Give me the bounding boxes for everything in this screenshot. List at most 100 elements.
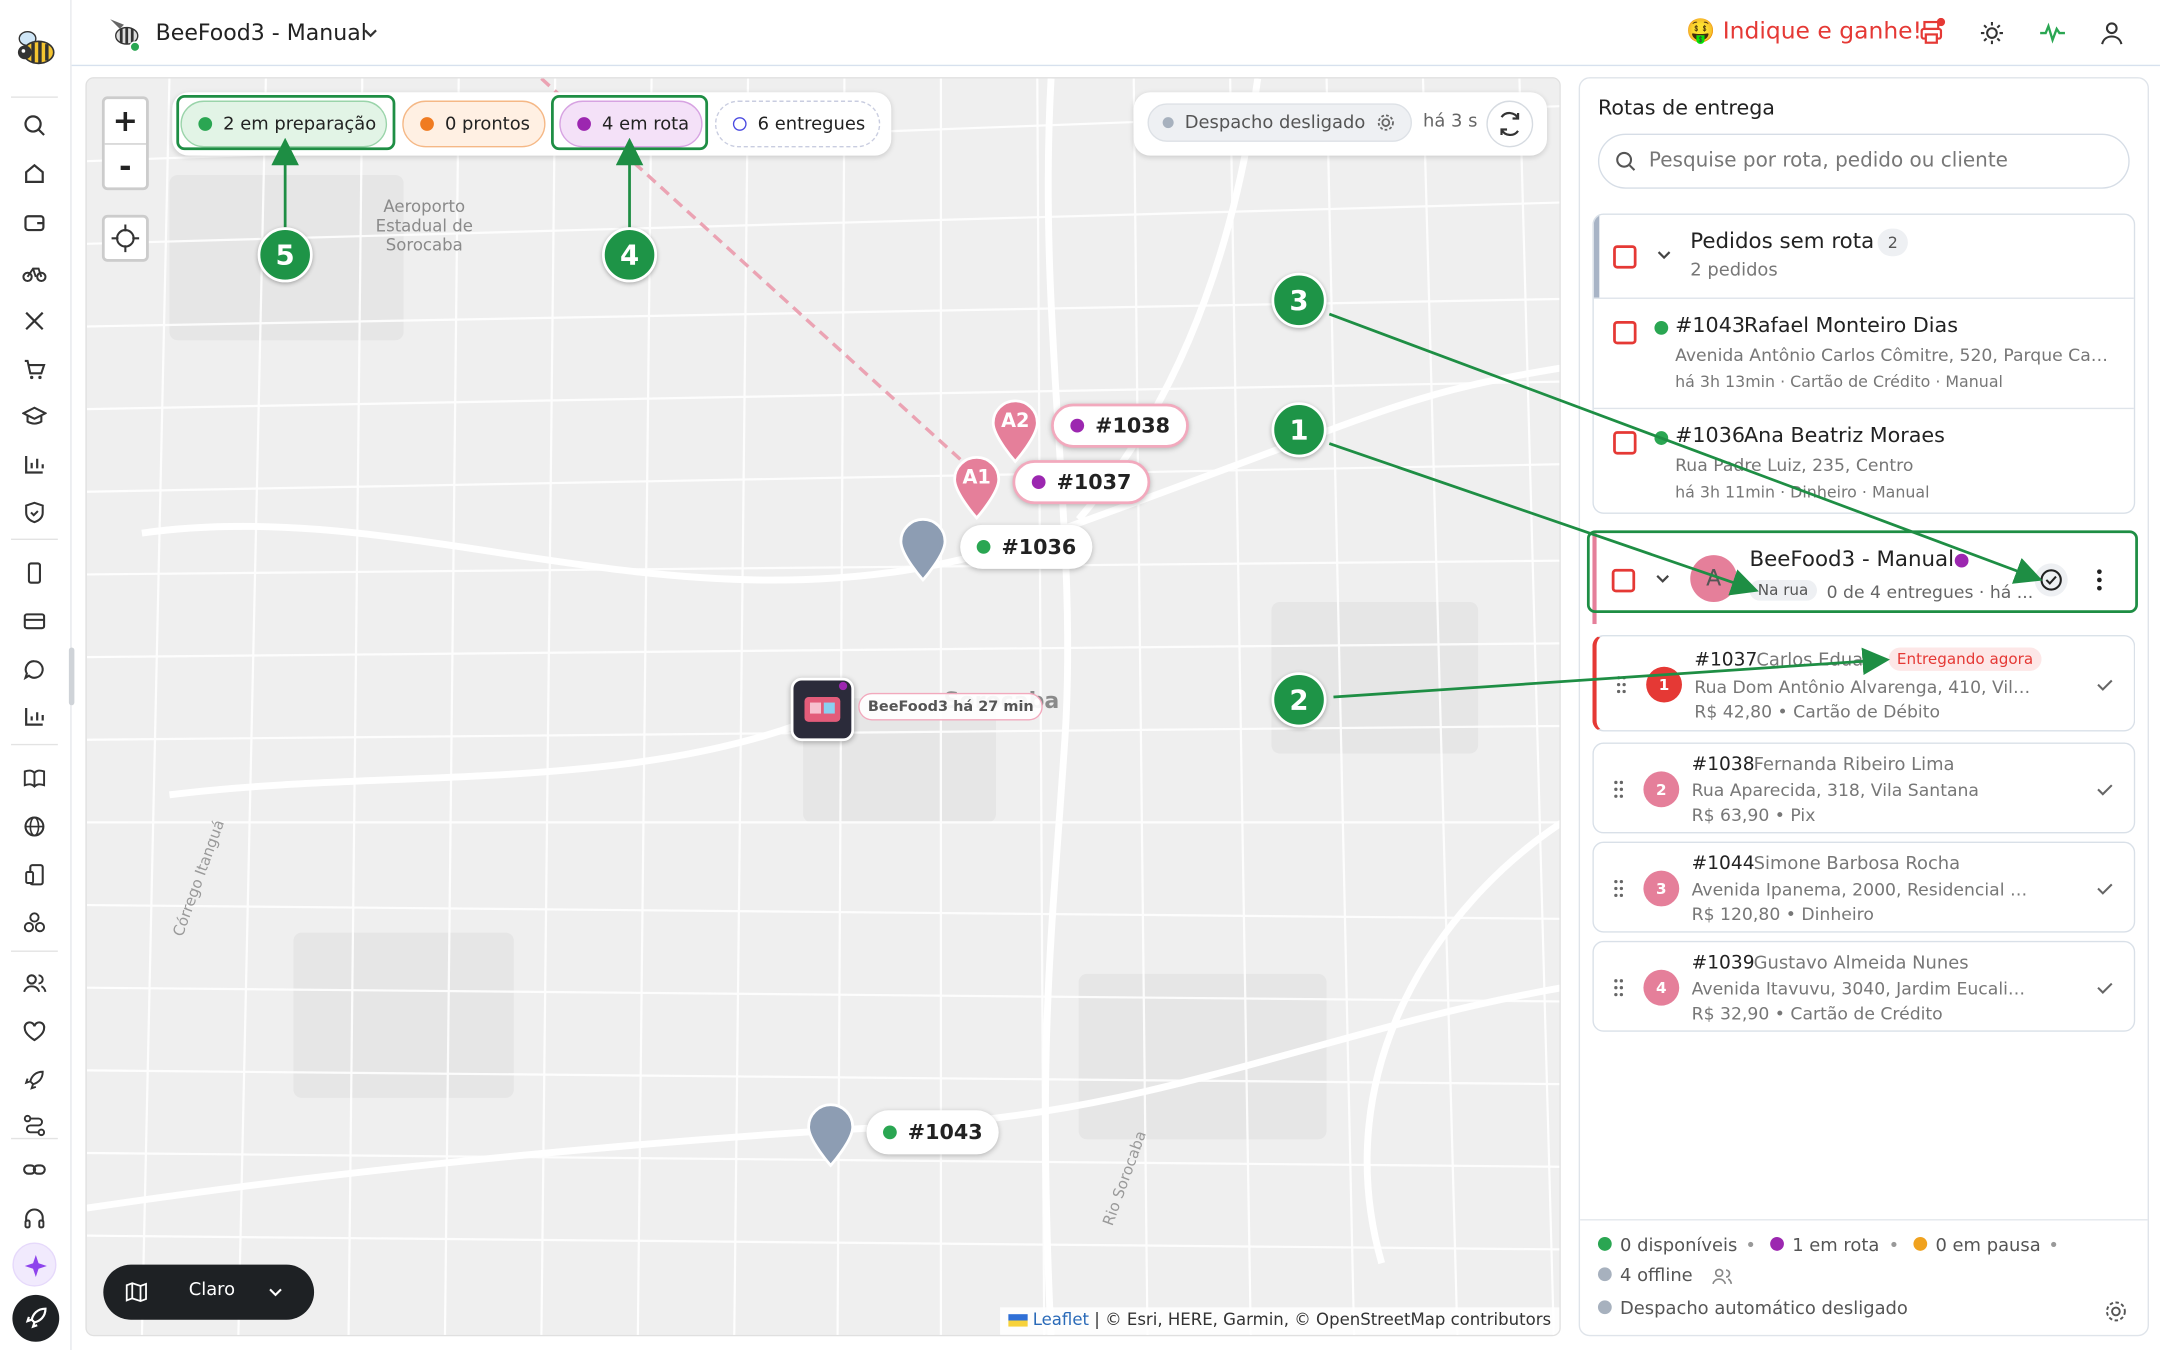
order-address: Avenida Itavuvu, 3040, Jardim Eucaliptos: [1691, 978, 2028, 999]
chat-icon[interactable]: [22, 657, 47, 682]
chevron-down-icon: [269, 1288, 282, 1297]
utensils-icon[interactable]: [22, 309, 47, 334]
heart-icon[interactable]: [22, 1019, 47, 1044]
driver-avatar[interactable]: [790, 677, 855, 742]
chevron-down-icon[interactable]: [1653, 569, 1672, 588]
route-stop-1044[interactable]: 3 #1044 Simone Barbosa Rocha Avenida Ipa…: [1592, 841, 2136, 933]
chevron-down-icon[interactable]: [361, 23, 380, 42]
locate-button[interactable]: [101, 214, 149, 262]
order-tag-1037[interactable]: #1037: [1012, 460, 1151, 505]
home-icon[interactable]: [22, 161, 47, 186]
sidebar: [0, 0, 75, 1350]
sun-icon[interactable]: [1978, 19, 2006, 47]
cubes-icon[interactable]: [22, 911, 47, 936]
dispatch-control: Despacho desligado há 3 s: [1133, 92, 1547, 156]
refresh-button[interactable]: [1486, 100, 1534, 148]
auto-dispatch-status: Despacho automático desligado: [1597, 1299, 1908, 1320]
gear-icon[interactable]: [2104, 1299, 2129, 1324]
wallet-icon[interactable]: [22, 211, 47, 236]
bar-chart-icon[interactable]: [22, 452, 47, 477]
check-icon[interactable]: [2095, 978, 2114, 997]
route-checkbox[interactable]: [1611, 568, 1636, 593]
shield-icon[interactable]: [22, 500, 47, 525]
book-icon[interactable]: [22, 766, 47, 791]
stop-index-badge: 3: [1643, 870, 1680, 907]
more-vertical-icon[interactable]: [2091, 566, 2108, 594]
list-item[interactable]: #1036 Ana Beatriz Moraes Rua Padre Luiz,…: [1594, 409, 2134, 512]
chip-in-preparation[interactable]: 2 em preparação: [180, 100, 388, 148]
graduation-icon[interactable]: [22, 404, 47, 429]
activity-icon[interactable]: [2039, 19, 2067, 47]
map-style-selector[interactable]: Claro: [103, 1264, 315, 1320]
zoom-out-button[interactable]: -: [105, 145, 146, 189]
search-input[interactable]: Pesquise por rota, pedido ou cliente: [1597, 133, 2130, 189]
drag-handle-icon[interactable]: [1613, 780, 1624, 799]
order-meta: R$ 120,80 • Dinheiro: [1691, 903, 1874, 925]
chip-on-route[interactable]: 4 em rota: [559, 100, 703, 148]
devices-icon[interactable]: [22, 862, 47, 887]
link-icon[interactable]: [22, 1157, 47, 1182]
chevron-down-icon[interactable]: [1654, 245, 1673, 264]
leaflet-link[interactable]: Leaflet: [1033, 1310, 1089, 1329]
refresh-icon: [1500, 111, 1520, 136]
launch-button[interactable]: [12, 1294, 60, 1342]
order-checkbox[interactable]: [1613, 320, 1637, 345]
headphones-icon[interactable]: [22, 1205, 47, 1230]
order-pin-1036[interactable]: [897, 517, 949, 583]
search-icon[interactable]: [22, 113, 47, 138]
complete-route-button[interactable]: [2034, 563, 2068, 597]
route-avatar: A: [1690, 555, 1738, 602]
order-tag-1036[interactable]: #1036: [960, 524, 1093, 569]
chip-ready[interactable]: 0 prontos: [402, 100, 546, 148]
users-icon[interactable]: [22, 971, 47, 996]
status-dot: [976, 539, 991, 554]
route-stop-pin-a1[interactable]: A1: [951, 455, 1003, 521]
order-pin-1043[interactable]: [804, 1102, 856, 1168]
user-icon[interactable]: [2098, 19, 2126, 47]
drag-handle-icon[interactable]: [1613, 879, 1624, 898]
check-circle-icon: [2040, 569, 2062, 591]
bee-logo-icon[interactable]: [14, 25, 58, 69]
dispatch-toggle[interactable]: Despacho desligado: [1147, 103, 1412, 142]
store-selector[interactable]: BeeFood3 - Manual: [156, 19, 367, 45]
check-icon[interactable]: [2095, 879, 2114, 898]
check-icon[interactable]: [2095, 675, 2114, 694]
list-item[interactable]: #1043 Rafael Monteiro Dias Avenida Antôn…: [1594, 299, 2134, 408]
route-stop-1037[interactable]: 1 #1037 Carlos Eduar... Entregando agora…: [1592, 635, 2136, 732]
driver-label: BeeFood3 há 27 min: [858, 692, 1044, 721]
order-tag-1038[interactable]: #1038: [1051, 403, 1190, 448]
cart-icon[interactable]: [22, 357, 47, 382]
analytics-icon[interactable]: [22, 704, 47, 729]
offline-count: 4 offline: [1597, 1266, 1693, 1287]
order-checkbox[interactable]: [1613, 431, 1637, 455]
customer-name: Gustavo Almeida Nunes: [1753, 953, 1969, 974]
check-icon[interactable]: [2095, 780, 2114, 799]
drag-handle-icon[interactable]: [1616, 675, 1627, 694]
drag-handle-icon[interactable]: [1613, 978, 1624, 997]
zoom-in-button[interactable]: +: [105, 99, 146, 143]
phone-icon[interactable]: [22, 561, 47, 586]
customer-name: Fernanda Ribeiro Lima: [1753, 754, 1955, 776]
stop-index-badge: 1: [1646, 666, 1682, 703]
route-header[interactable]: A BeeFood3 - Manual Na rua 0 de 4 entreg…: [1592, 533, 2136, 625]
group-checkbox[interactable]: [1613, 245, 1637, 269]
paused-count: 0 em pausa: [1913, 1236, 2041, 1256]
route-status-badge: Na rua: [1749, 579, 1817, 601]
credit-card-icon[interactable]: [22, 609, 47, 634]
status-dot: [420, 117, 434, 131]
rocket-outline-icon[interactable]: [22, 1068, 47, 1093]
unrouted-orders-group: Pedidos sem rota 2 2 pedidos #1043 Rafae…: [1592, 213, 2136, 514]
chip-delivered[interactable]: 6 entregues: [714, 100, 881, 148]
sidebar-scrollbar[interactable]: [68, 647, 75, 706]
globe-icon[interactable]: [22, 814, 47, 839]
route-stop-1038[interactable]: 2 #1038 Fernanda Ribeiro Lima Rua Aparec…: [1592, 742, 2136, 834]
ai-sparkle-button[interactable]: [12, 1242, 57, 1287]
order-number: #1039: [1691, 951, 1755, 974]
printer-icon[interactable]: [1918, 17, 1948, 48]
route-stop-1039[interactable]: 4 #1039 Gustavo Almeida Nunes Avenida It…: [1592, 940, 2136, 1032]
bike-icon[interactable]: [22, 260, 47, 285]
users-icon[interactable]: [1711, 1266, 1733, 1288]
order-tag-1043[interactable]: #1043: [866, 1110, 1000, 1155]
refer-and-earn-link[interactable]: 🤑 Indique e ganhe!: [1686, 18, 1922, 46]
route-icon[interactable]: [22, 1113, 47, 1138]
